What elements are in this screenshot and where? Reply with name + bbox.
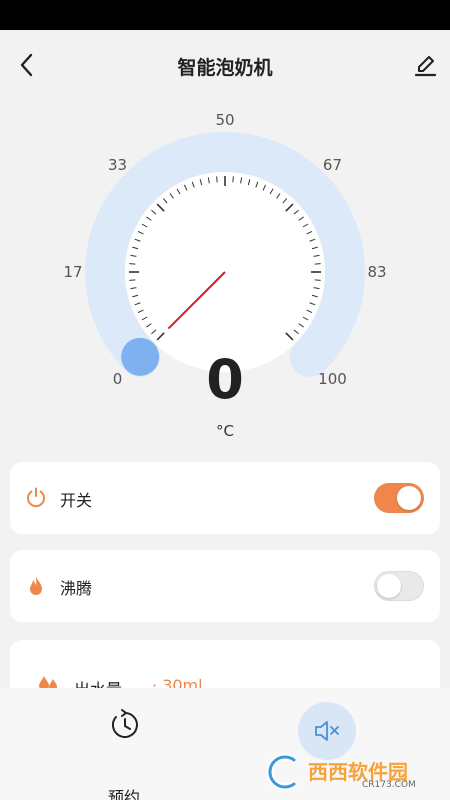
toggle-knob <box>397 486 421 510</box>
boil-card: 沸腾 <box>10 550 440 622</box>
toggle-knob <box>377 574 401 598</box>
gauge-tick-label: 50 <box>215 111 235 129</box>
gauge-tick-label: 67 <box>322 155 343 174</box>
gauge-tick <box>232 176 234 183</box>
edit-button[interactable] <box>410 50 440 80</box>
temperature-value: 0 <box>206 348 244 411</box>
switch-card: 开关 <box>10 462 440 534</box>
gauge-tick <box>216 176 218 183</box>
schedule-button[interactable]: 预约 <box>92 708 156 800</box>
gauge-tick <box>129 263 136 265</box>
header: 智能泡奶机 <box>0 30 450 102</box>
power-toggle[interactable] <box>374 483 424 513</box>
gauge-tick <box>129 279 136 281</box>
schedule-clock-icon <box>111 709 138 738</box>
boil-toggle[interactable] <box>374 571 424 601</box>
status-bar <box>0 0 450 30</box>
watermark-logo: 西西软件园 CR173.COM <box>262 752 446 792</box>
mute-button[interactable] <box>298 702 356 760</box>
watermark-sub: CR173.COM <box>362 780 416 790</box>
gauge-tick <box>314 263 321 265</box>
watermark-c-icon <box>266 753 298 791</box>
power-icon <box>27 487 45 508</box>
pencil-icon <box>414 56 437 77</box>
temperature-gauge: 0 17 33 50 67 83 100 0 °C <box>0 102 450 452</box>
flame-icon <box>30 576 42 595</box>
speaker-mute-icon <box>315 721 339 741</box>
temperature-unit: °C <box>216 422 234 440</box>
switch-label: 开关 <box>60 491 93 510</box>
schedule-label: 预约 <box>107 788 140 800</box>
page-title: 智能泡奶机 <box>177 57 273 79</box>
gauge-tick-label: 17 <box>63 263 83 281</box>
gauge-tick <box>314 279 321 281</box>
boil-label: 沸腾 <box>60 579 93 598</box>
gauge-tick-label: 33 <box>107 155 128 174</box>
gauge-tick-label: 83 <box>367 263 387 281</box>
